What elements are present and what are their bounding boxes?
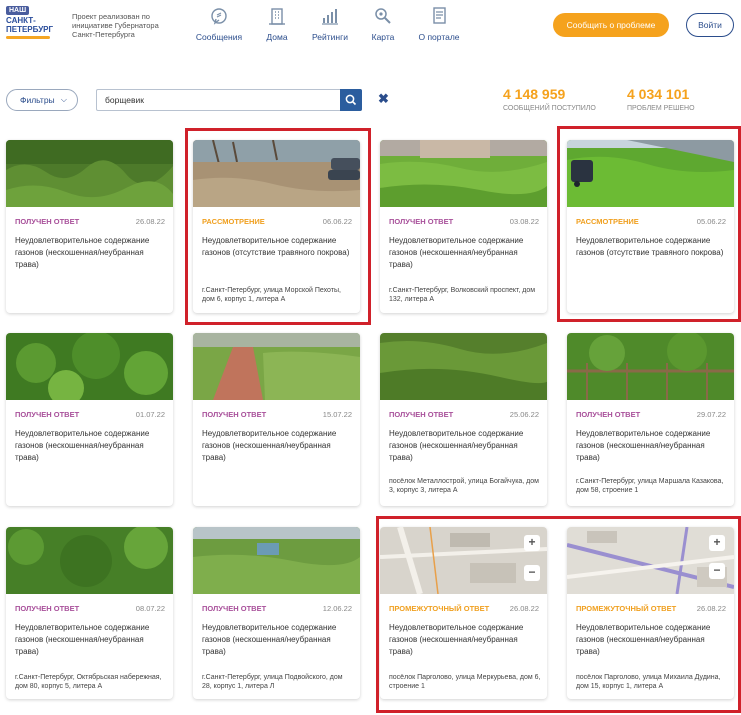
filters-dropdown[interactable]: Фильтры ⌵: [6, 89, 78, 111]
nav-item-houses[interactable]: Дома: [258, 6, 296, 42]
site-header: НАШ САНКТ-ПЕТЕРБУРГ Проект реализован по…: [0, 0, 741, 56]
status-badge: ПОЛУЧЕН ОТВЕТ: [202, 604, 267, 613]
report-title: Неудовлетворительное содержание газонов …: [389, 429, 524, 462]
report-photo: [567, 333, 734, 400]
report-card[interactable]: ПОЛУЧЕН ОТВЕТ 01.07.22 Неудовлетворитель…: [6, 333, 173, 506]
search-field: [96, 89, 362, 111]
report-address: г.Санкт-Петербург, Октябрьская набережна…: [15, 674, 162, 690]
report-card[interactable]: ПОЛУЧЕН ОТВЕТ 12.06.22 Неудовлетворитель…: [193, 527, 360, 699]
nav-item-ratings[interactable]: Рейтинги: [306, 6, 354, 42]
report-card[interactable]: ПОЛУЧЕН ОТВЕТ 26.08.22 Неудовлетворитель…: [6, 140, 173, 313]
nav-item-map[interactable]: Карта: [364, 6, 402, 42]
report-photo: [6, 333, 173, 400]
status-badge: ПОЛУЧЕН ОТВЕТ: [389, 410, 454, 419]
report-photo: [6, 140, 173, 207]
stat-caption: ПРОБЛЕМ РЕШЕНО: [627, 105, 695, 112]
nav-label: О портале: [418, 32, 460, 42]
report-title: Неудовлетворительное содержание газонов …: [202, 623, 337, 656]
messages-icon: [211, 8, 227, 25]
stat-received: 4 148 959 СООБЩЕНИЙ ПОСТУПИЛО: [503, 86, 596, 112]
report-card[interactable]: ПОЛУЧЕН ОТВЕТ 29.07.22 Неудовлетворитель…: [567, 333, 734, 506]
stat-caption: СООБЩЕНИЙ ПОСТУПИЛО: [503, 105, 596, 112]
site-logo[interactable]: НАШ САНКТ-ПЕТЕРБУРГ: [6, 6, 58, 44]
report-title: Неудовлетворительное содержание газонов …: [202, 429, 337, 462]
report-date: 01.07.22: [135, 410, 165, 419]
status-badge: ПОЛУЧЕН ОТВЕТ: [202, 410, 267, 419]
highlight-frame: [185, 128, 371, 325]
search-icon: [345, 94, 357, 106]
chevron-down-icon: ⌵: [60, 95, 67, 104]
status-badge: ПОЛУЧЕН ОТВЕТ: [15, 217, 80, 226]
report-photo: [380, 140, 547, 207]
report-card[interactable]: ПОЛУЧЕН ОТВЕТ 03.08.22 Неудовлетворитель…: [380, 140, 547, 313]
report-card[interactable]: ПОЛУЧЕН ОТВЕТ 25.06.22 Неудовлетворитель…: [380, 333, 547, 506]
report-date: 12.06.22: [322, 604, 352, 613]
ratings-icon: [322, 9, 338, 25]
filters-label: Фильтры: [20, 95, 55, 105]
report-address: посёлок Металлострой, улица Богайчука, д…: [389, 478, 539, 494]
report-address: г.Санкт-Петербург, Волковский проспект, …: [389, 287, 536, 303]
building-icon: [269, 8, 285, 25]
logo-underline: [6, 36, 50, 39]
nav-label: Рейтинги: [312, 32, 348, 42]
status-badge: ПОЛУЧЕН ОТВЕТ: [576, 410, 641, 419]
logo-text-top: НАШ: [6, 6, 30, 15]
search-input[interactable]: [97, 90, 337, 110]
report-card[interactable]: ПОЛУЧЕН ОТВЕТ 08.07.22 Неудовлетворитель…: [6, 527, 173, 699]
stat-value: 4 034 101: [627, 86, 690, 102]
stat-solved: 4 034 101 ПРОБЛЕМ РЕШЕНО: [627, 86, 695, 112]
highlight-frame: [376, 516, 741, 713]
report-photo: [193, 527, 360, 594]
nav-label: Сообщения: [195, 32, 243, 42]
nav-item-messages[interactable]: Сообщения: [190, 6, 248, 42]
report-photo: [193, 333, 360, 400]
nav-label: Дома: [266, 32, 288, 42]
report-title: Неудовлетворительное содержание газонов …: [15, 429, 150, 462]
status-badge: ПОЛУЧЕН ОТВЕТ: [15, 604, 80, 613]
report-date: 03.08.22: [509, 217, 539, 226]
stat-value: 4 148 959: [503, 86, 566, 102]
status-badge: ПОЛУЧЕН ОТВЕТ: [389, 217, 454, 226]
status-badge: ПОЛУЧЕН ОТВЕТ: [15, 410, 80, 419]
report-photo: [380, 333, 547, 400]
report-date: 25.06.22: [509, 410, 539, 419]
report-title: Неудовлетворительное содержание газонов …: [389, 236, 524, 269]
report-date: 26.08.22: [135, 217, 165, 226]
nav-label: Карта: [371, 32, 395, 42]
logo-text-city: САНКТ-ПЕТЕРБУРГ: [6, 16, 54, 34]
search-button[interactable]: [340, 89, 362, 111]
report-date: 29.07.22: [696, 410, 726, 419]
report-title: Неудовлетворительное содержание газонов …: [576, 429, 711, 462]
nav-item-about[interactable]: О портале: [412, 6, 466, 42]
map-search-icon: [375, 8, 391, 24]
report-title: Неудовлетворительное содержание газонов …: [15, 623, 150, 656]
project-credit: Проект реализован по инициативе Губернат…: [72, 12, 159, 39]
report-date: 15.07.22: [322, 410, 352, 419]
report-address: г.Санкт-Петербург, улица Маршала Казаков…: [576, 478, 724, 494]
clear-search-icon[interactable]: ✖: [378, 91, 389, 107]
report-problem-button[interactable]: Сообщить о проблеме: [553, 13, 669, 37]
report-title: Неудовлетворительное содержание газонов …: [15, 236, 150, 269]
highlight-frame: [557, 126, 741, 322]
document-icon: [433, 7, 446, 24]
report-photo: [6, 527, 173, 594]
login-button[interactable]: Войти: [686, 13, 734, 37]
report-date: 08.07.22: [135, 604, 165, 613]
report-card[interactable]: ПОЛУЧЕН ОТВЕТ 15.07.22 Неудовлетворитель…: [193, 333, 360, 506]
report-address: г.Санкт-Петербург, улица Подвойского, до…: [202, 674, 343, 690]
